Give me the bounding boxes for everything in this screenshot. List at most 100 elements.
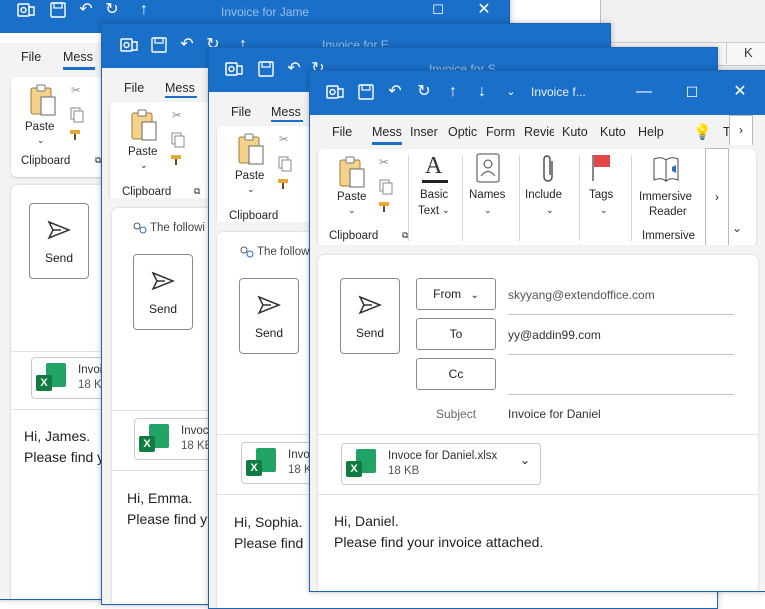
immersive-reader-icon[interactable] xyxy=(652,155,682,183)
attachment-options-chevron-icon[interactable]: ⌄ xyxy=(520,453,530,467)
undo-icon[interactable]: ↶ xyxy=(176,34,198,56)
cc-button[interactable]: Cc xyxy=(416,358,496,390)
copy-icon[interactable] xyxy=(378,179,394,195)
send-label: Send xyxy=(148,302,178,316)
greeting-text[interactable]: Hi, Emma. xyxy=(127,488,192,509)
basic-text-chevron-icon[interactable]: ⌄ xyxy=(442,205,450,216)
maximize-icon[interactable]: ☐ xyxy=(427,0,449,21)
tab-file[interactable]: File xyxy=(21,50,41,64)
undo-icon[interactable]: ↶ xyxy=(283,58,305,80)
send-button[interactable]: Send xyxy=(133,254,193,330)
include-chevron-icon[interactable]: ⌄ xyxy=(546,205,554,216)
maximize-icon[interactable]: ☐ xyxy=(681,81,703,103)
people-icon xyxy=(133,222,147,234)
compose-pane: Send From ⌄ skyyang@extendoffice.com To … xyxy=(318,255,758,591)
format-painter-icon[interactable] xyxy=(277,176,293,192)
ribbon-scroll-right-button[interactable]: › xyxy=(705,148,729,248)
attachment-card[interactable]: X Invoce for Daniel.xlsx 18 KB ⌄ xyxy=(341,443,541,485)
names-chevron-icon[interactable]: ⌄ xyxy=(484,205,492,216)
tab-format[interactable]: Form xyxy=(486,125,516,139)
send-button[interactable]: Send xyxy=(29,203,89,279)
close-icon[interactable]: ✕ xyxy=(729,81,751,103)
redo-icon[interactable]: ↻ xyxy=(413,81,435,103)
chevron-down-icon[interactable]: ⌄ xyxy=(37,135,45,146)
message-body[interactable]: Please find y xyxy=(127,509,207,530)
tab-insert[interactable]: Inser xyxy=(410,125,440,139)
copy-icon[interactable] xyxy=(277,156,293,172)
paste-chevron-down-icon[interactable]: ⌄ xyxy=(348,205,356,216)
window-title: Invoice for Jame xyxy=(221,5,310,19)
tab-file[interactable]: File xyxy=(124,81,144,95)
tags-label: Tags xyxy=(589,189,614,201)
format-painter-icon[interactable] xyxy=(69,127,85,143)
up-arrow-icon[interactable]: ↑ xyxy=(442,81,464,103)
quick-access-dropdown-icon[interactable]: ⌄ xyxy=(500,81,522,103)
lightbulb-icon[interactable]: 💡 xyxy=(693,123,712,141)
ribbon-panel: Paste ⌄ ✂ Clipboard ⧉ xyxy=(110,102,210,202)
ribbon-panel: Paste ⌄ ✂ Clipboard ⧉ xyxy=(11,77,111,177)
to-input[interactable]: yy@addin99.com xyxy=(508,328,601,342)
format-painter-icon[interactable] xyxy=(378,199,394,215)
cut-icon[interactable]: ✂ xyxy=(172,108,182,122)
ribbon-collapse-icon[interactable]: ⌄ xyxy=(732,221,742,235)
cut-icon[interactable]: ✂ xyxy=(379,155,389,169)
to-button[interactable]: To xyxy=(416,318,496,350)
undo-icon[interactable]: ↶ xyxy=(75,0,97,21)
from-value[interactable]: skyyang@extendoffice.com xyxy=(508,288,655,302)
paste-icon[interactable] xyxy=(235,132,267,168)
tab-file[interactable]: File xyxy=(231,105,251,119)
message-body[interactable]: Please find xyxy=(234,533,303,554)
up-arrow-icon[interactable]: ↑ xyxy=(133,0,155,21)
close-icon[interactable]: ✕ xyxy=(473,0,495,21)
cut-icon[interactable]: ✂ xyxy=(279,132,289,146)
tab-options[interactable]: Optic xyxy=(448,125,478,139)
copy-icon[interactable] xyxy=(69,107,85,123)
tab-message[interactable]: Mess xyxy=(271,105,307,119)
send-button[interactable]: Send xyxy=(340,278,400,354)
email-window-daniel: ↶ ↻ ↑ ↓ ⌄ Invoice f... — ☐ ✕ File Mess I… xyxy=(309,70,765,592)
save-icon[interactable] xyxy=(49,1,67,19)
send-icon xyxy=(151,271,175,291)
chevron-down-icon[interactable]: ⌄ xyxy=(140,160,148,171)
flag-icon[interactable] xyxy=(590,153,614,183)
undo-icon[interactable]: ↶ xyxy=(384,81,406,103)
cut-icon[interactable]: ✂ xyxy=(71,83,81,97)
copy-icon[interactable] xyxy=(170,132,186,148)
send-icon xyxy=(47,220,71,240)
paste-icon[interactable] xyxy=(336,155,368,191)
redo-icon[interactable]: ↻ xyxy=(101,0,123,21)
tabs-scroll-right-button[interactable]: › xyxy=(729,115,753,147)
tab-review[interactable]: Revie xyxy=(524,125,554,139)
send-button[interactable]: Send xyxy=(239,278,299,354)
tab-kutools-plus[interactable]: Kuto xyxy=(600,125,630,139)
tab-message[interactable]: Mess xyxy=(63,50,93,64)
save-icon[interactable] xyxy=(357,83,375,101)
paperclip-icon[interactable] xyxy=(540,153,556,185)
greeting-text[interactable]: Hi, Sophia. xyxy=(234,512,302,533)
chevron-down-icon[interactable]: ⌄ xyxy=(247,184,255,195)
from-button[interactable]: From ⌄ xyxy=(416,278,496,310)
dialog-launcher-icon[interactable]: ⧉ xyxy=(194,186,200,197)
immersive-reader-label-2: Reader xyxy=(649,206,687,218)
subject-input[interactable]: Invoice for Daniel xyxy=(508,407,601,421)
greeting-text[interactable]: Hi, James. xyxy=(24,426,90,447)
column-letter: K xyxy=(744,45,753,60)
down-arrow-icon[interactable]: ↓ xyxy=(471,81,493,103)
greeting-text[interactable]: Hi, Daniel. xyxy=(334,511,399,532)
tab-help[interactable]: Help xyxy=(638,125,664,139)
minimize-icon[interactable]: — xyxy=(633,81,655,103)
address-book-icon[interactable] xyxy=(476,153,500,183)
save-icon[interactable] xyxy=(257,60,275,78)
basic-text-icon[interactable]: A xyxy=(422,153,448,183)
message-body[interactable]: Please find y xyxy=(24,447,104,468)
paste-icon[interactable] xyxy=(27,83,59,119)
tab-kutools[interactable]: Kuto xyxy=(562,125,592,139)
save-icon[interactable] xyxy=(150,36,168,54)
tab-file[interactable]: File xyxy=(332,125,352,139)
tab-message[interactable]: Mess xyxy=(165,81,201,95)
format-painter-icon[interactable] xyxy=(170,152,186,168)
message-body[interactable]: Please find your invoice attached. xyxy=(334,532,543,553)
paste-icon[interactable] xyxy=(128,108,160,144)
tab-message[interactable]: Mess xyxy=(372,125,404,139)
tags-chevron-icon[interactable]: ⌄ xyxy=(600,205,608,216)
